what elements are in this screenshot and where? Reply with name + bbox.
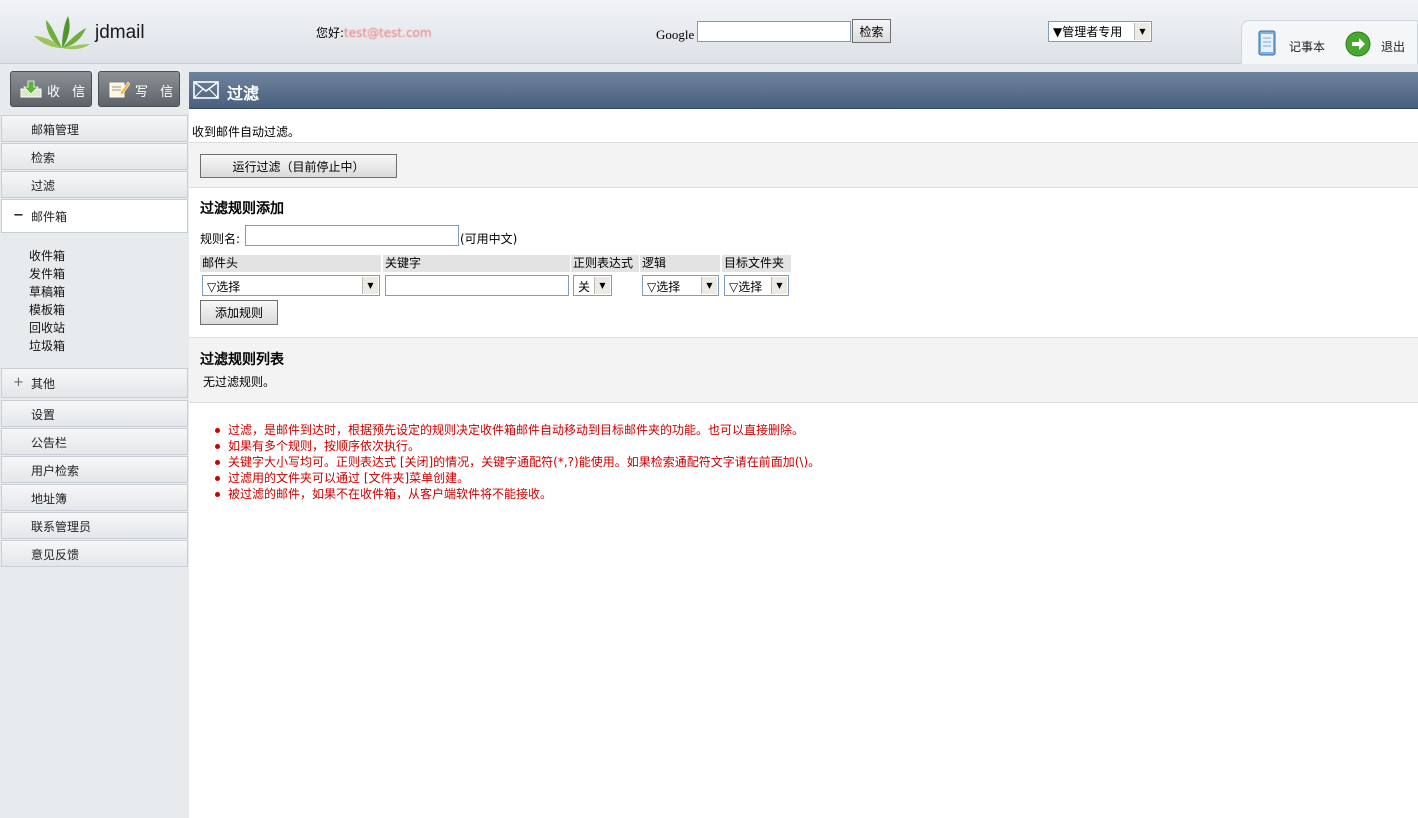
sidebar-item-filter[interactable]: 过滤	[1, 171, 188, 198]
folder-drafts[interactable]: 草稿箱	[29, 283, 65, 300]
dropdown-arrow-icon: ▼	[1134, 23, 1150, 40]
sidebar-item-label: 地址簿	[31, 492, 68, 506]
notepad-icon[interactable]	[1256, 29, 1278, 57]
collapse-minus-icon: −	[13, 208, 24, 223]
main-content: 过滤 收到邮件自动过滤。 运行过滤（目前停止中） 过滤规则添加 规则名: (可用…	[189, 72, 1418, 818]
folder-junk[interactable]: 垃圾箱	[29, 337, 65, 354]
dropdown-arrow-icon: ▼	[362, 277, 378, 294]
folder-sent[interactable]: 发件箱	[29, 265, 65, 282]
sidebar-item-label: 其他	[31, 377, 56, 391]
greeting-label: 您好:	[316, 26, 345, 40]
rule-list-band: 过滤规则列表 无过滤规则。	[189, 337, 1418, 403]
note-item: 关键字大小写均可。正则表达式 [关闭]的情况，关键字通配符(*,?)能使用。如果…	[215, 454, 820, 470]
folder-templates[interactable]: 模板箱	[29, 301, 65, 318]
rule-name-note: (可用中文)	[460, 232, 518, 246]
user-email: test@test.com	[344, 26, 432, 40]
filter-notes-list: 过滤，是邮件到达时，根据预先设定的规则决定收件箱邮件自动移动到目标邮件夹的功能。…	[215, 422, 820, 502]
sidebar-item-mailbox-folders[interactable]: − 邮件箱	[1, 199, 188, 233]
logout-arrow-icon[interactable]	[1345, 31, 1371, 57]
regex-select-value: 关	[578, 280, 591, 294]
sidebar-item-label: 用户检索	[31, 464, 80, 478]
logout-link[interactable]: 退出	[1381, 38, 1405, 55]
compose-pencil-icon	[109, 81, 130, 98]
rule-name-input[interactable]	[245, 225, 459, 246]
sidebar-item-label: 设置	[31, 408, 56, 422]
note-item: 被过滤的邮件，如果不在收件箱，从客户端软件将不能接收。	[215, 486, 820, 502]
column-header-mail-header: 邮件头	[200, 255, 381, 272]
folder-trash[interactable]: 回收站	[29, 319, 65, 336]
mail-header-select[interactable]: ▽选择 ▼	[202, 275, 380, 296]
sidebar-item-label: 公告栏	[31, 436, 68, 450]
receive-mail-button[interactable]: 收 信	[10, 71, 92, 107]
note-item: 过滤用的文件夹可以通过 [文件夹]菜单创建。	[215, 470, 820, 486]
google-search-input[interactable]	[697, 21, 851, 42]
sidebar-item-label: 邮箱管理	[31, 123, 80, 137]
sidebar-item-user-search[interactable]: 用户检索	[1, 456, 188, 483]
google-label: Google	[656, 27, 695, 42]
envelope-icon	[193, 81, 219, 99]
expand-plus-icon: +	[13, 375, 24, 390]
page-title-bar: 过滤	[189, 72, 1418, 109]
page-title: 过滤	[227, 84, 260, 103]
sidebar-item-label: 检索	[31, 151, 56, 165]
sidebar-item-bulletin[interactable]: 公告栏	[1, 428, 188, 455]
sidebar-item-contact-admin[interactable]: 联系管理员	[1, 512, 188, 539]
note-item: 如果有多个规则，按顺序依次执行。	[215, 438, 820, 454]
inbox-download-icon	[20, 80, 42, 98]
sidebar-item-address-book[interactable]: 地址簿	[1, 484, 188, 511]
sidebar: 收 信 写 信 邮箱管理 检索 过滤 − 邮件箱 收件箱 发件箱 草稿箱 模板箱…	[0, 64, 189, 818]
greeting: 您好:test@test.com	[316, 24, 432, 41]
logo-text: jdmail	[95, 22, 145, 43]
note-item: 过滤，是邮件到达时，根据预先设定的规则决定收件箱邮件自动移动到目标邮件夹的功能。…	[215, 422, 820, 438]
target-folder-select-value: ▽选择	[729, 280, 763, 294]
sidebar-item-other[interactable]: + 其他	[1, 368, 188, 398]
top-right-panel: 记事本 退出	[1241, 20, 1418, 64]
sidebar-item-label: 联系管理员	[31, 520, 92, 534]
keyword-input[interactable]	[385, 275, 569, 296]
dropdown-arrow-icon: ▼	[701, 277, 717, 294]
column-header-target-folder: 目标文件夹	[722, 255, 791, 272]
dropdown-arrow-icon: ▼	[594, 277, 610, 294]
admin-select[interactable]: ▼管理者专用 ▼	[1048, 21, 1152, 42]
logic-select[interactable]: ▽选择 ▼	[642, 275, 719, 296]
compose-label: 写 信	[135, 85, 178, 100]
sidebar-item-search[interactable]: 检索	[1, 143, 188, 170]
jdmail-logo-icon	[34, 16, 90, 50]
target-folder-select[interactable]: ▽选择 ▼	[724, 275, 789, 296]
column-header-keyword: 关键字	[383, 255, 570, 272]
rule-name-label: 规则名:	[200, 232, 241, 246]
add-rule-button[interactable]: 添加规则	[200, 300, 278, 325]
run-filter-button[interactable]: 运行过滤（目前停止中）	[200, 154, 397, 178]
sidebar-item-label: 过滤	[31, 179, 56, 193]
sidebar-item-feedback[interactable]: 意见反馈	[1, 540, 188, 567]
mail-header-select-value: ▽选择	[207, 280, 241, 294]
sidebar-item-label: 邮件箱	[31, 210, 68, 224]
regex-select[interactable]: 关 ▼	[573, 275, 612, 296]
rule-list-title: 过滤规则列表	[200, 352, 284, 368]
run-filter-band: 运行过滤（目前停止中）	[189, 142, 1418, 188]
sidebar-item-settings[interactable]: 设置	[1, 400, 188, 427]
notepad-link[interactable]: 记事本	[1289, 38, 1325, 55]
no-rules-text: 无过滤规则。	[203, 375, 276, 389]
add-rule-title: 过滤规则添加	[200, 201, 284, 217]
column-header-logic: 逻辑	[640, 255, 720, 272]
sidebar-item-mailbox-manage[interactable]: 邮箱管理	[1, 115, 188, 142]
column-header-regex: 正则表达式	[571, 255, 639, 272]
admin-select-value: ▼管理者专用	[1053, 25, 1123, 39]
filter-intro: 收到邮件自动过滤。	[192, 125, 301, 139]
top-header: jdmail 您好:test@test.com Google 检索 ▼管理者专用…	[0, 0, 1418, 64]
folder-inbox[interactable]: 收件箱	[29, 247, 65, 264]
compose-mail-button[interactable]: 写 信	[98, 71, 180, 107]
sidebar-item-label: 意见反馈	[31, 548, 80, 562]
receive-label: 收 信	[47, 85, 90, 100]
search-button[interactable]: 检索	[852, 19, 891, 43]
logic-select-value: ▽选择	[647, 280, 681, 294]
dropdown-arrow-icon: ▼	[771, 277, 787, 294]
